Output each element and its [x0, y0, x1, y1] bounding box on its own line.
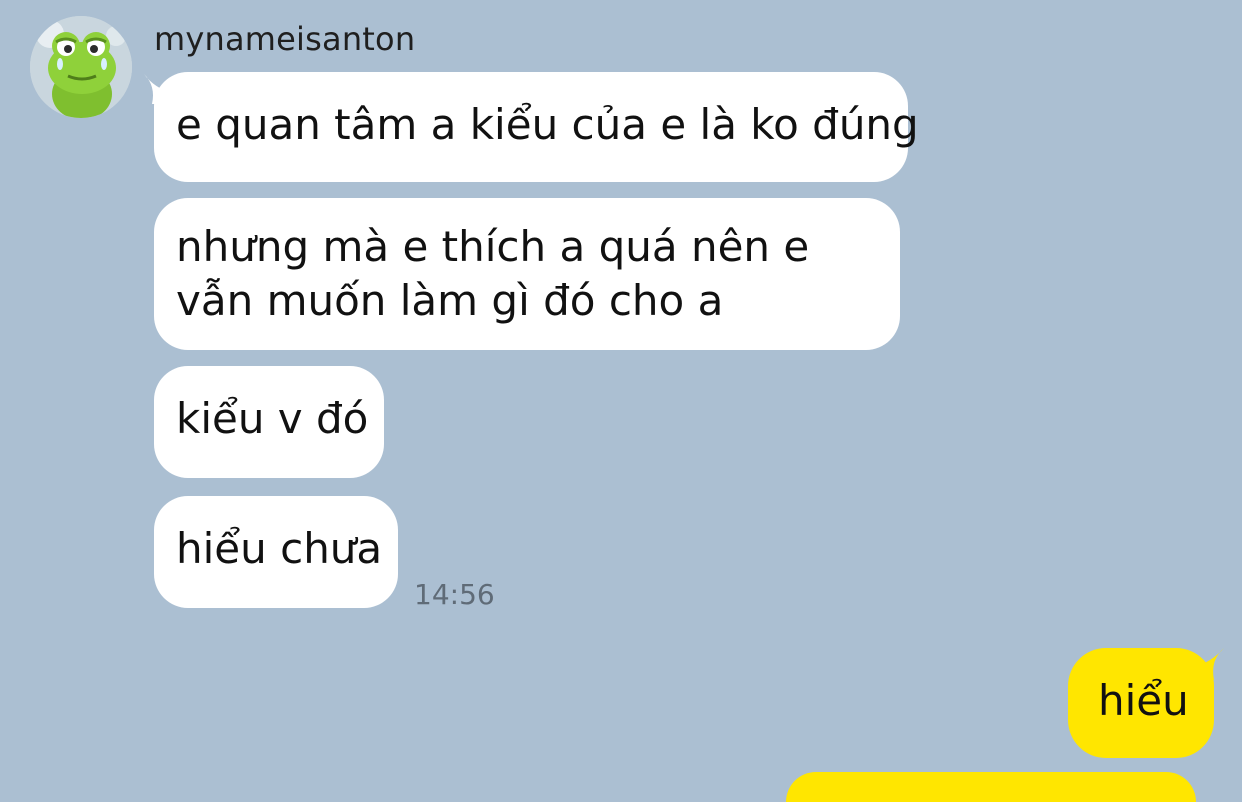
- message-text: nhưng mà e thích a quá nên e vẫn muốn là…: [176, 222, 810, 325]
- message-text: hiểu: [1098, 676, 1189, 725]
- message-text: hiểu chưa: [176, 524, 383, 573]
- incoming-message-bubble[interactable]: nhưng mà e thích a quá nên e vẫn muốn là…: [154, 198, 900, 350]
- message-timestamp: 14:56: [414, 578, 495, 611]
- outgoing-message-bubble[interactable]: hiểu: [1068, 648, 1214, 758]
- message-text: e quan tâm a kiểu của e là ko đúng: [176, 100, 919, 149]
- frog-avatar-icon: [30, 16, 132, 118]
- sender-name: mynameisanton: [154, 20, 416, 58]
- incoming-message-bubble[interactable]: e quan tâm a kiểu của e là ko đúng: [154, 72, 919, 182]
- incoming-message-bubble[interactable]: kiểu v đó: [154, 366, 384, 478]
- sender-avatar[interactable]: [30, 16, 132, 118]
- chat-area: mynameisanton e quan tâm a kiểu của e là…: [0, 0, 1242, 802]
- outgoing-message-bubble-partial[interactable]: [786, 772, 1196, 802]
- message-text: kiểu v đó: [176, 394, 369, 443]
- incoming-message-bubble[interactable]: hiểu chưa: [154, 496, 398, 608]
